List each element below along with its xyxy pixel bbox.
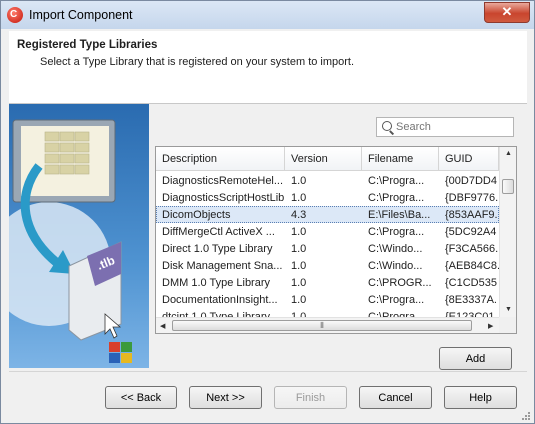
table-row-selected[interactable]: DicomObjects 4.3 E:\Files\Ba... {853AAF9…	[156, 206, 499, 223]
cell-guid: {853AAF9.	[445, 209, 498, 221]
cell-guid: {C1CD535	[445, 277, 497, 289]
scroll-up-icon[interactable]: ▲	[505, 150, 512, 157]
cell-version: 1.0	[291, 277, 307, 289]
table-row[interactable]: DMM 1.0 Type Library 1.0 C:\PROGR... {C1…	[156, 274, 499, 291]
cancel-button[interactable]: Cancel	[359, 386, 432, 409]
table-row[interactable]: Direct 1.0 Type Library 1.0 C:\Windo... …	[156, 240, 499, 257]
back-button[interactable]: << Back	[105, 386, 177, 409]
vertical-scrollbar[interactable]: ▲ ▼	[499, 147, 516, 317]
title-bar: C Import Component ✕	[1, 1, 534, 29]
cell-guid: {5DC92A4	[445, 226, 497, 238]
wizard-illustration: .tlb	[0, 104, 149, 368]
cell-description: DicomObjects	[162, 209, 231, 221]
import-component-dialog: C Import Component ✕ Registered Type Lib…	[0, 0, 535, 424]
resize-grip-icon[interactable]	[521, 411, 531, 421]
horizontal-scroll-thumb[interactable]: ⦀	[172, 320, 472, 331]
cell-guid: {DBF9776.	[445, 192, 499, 204]
search-box[interactable]	[376, 117, 514, 137]
cell-description: DiffMergeCtl ActiveX ...	[162, 226, 275, 238]
cell-description: Direct 1.0 Type Library	[162, 243, 273, 255]
wizard-header: Registered Type Libraries Select a Type …	[9, 31, 527, 104]
cell-version: 1.0	[291, 175, 307, 187]
cell-filename: C:\Windo...	[368, 243, 423, 255]
cell-version: 1.0	[291, 243, 307, 255]
cell-description: DocumentationInsight...	[162, 294, 278, 306]
cell-description: DiagnosticsRemoteHel...	[162, 175, 284, 187]
window-title: Import Component	[29, 8, 133, 22]
table-row[interactable]: DiagnosticsRemoteHel... 1.0 C:\Progra...…	[156, 172, 499, 189]
page-title: Registered Type Libraries	[17, 39, 158, 51]
cell-filename: E:\Files\Ba...	[368, 209, 431, 221]
column-header-description[interactable]: Description	[156, 147, 285, 171]
type-library-illustration: .tlb	[0, 119, 132, 363]
cell-description: DMM 1.0 Type Library	[162, 277, 271, 289]
table-row[interactable]: DiagnosticsScriptHostLib 1.0 C:\Progra..…	[156, 189, 499, 206]
cell-guid: {00D7DD4	[445, 175, 497, 187]
cell-version: 1.0	[291, 294, 307, 306]
app-logo-icon: C	[7, 7, 23, 23]
cell-filename: C:\Progra...	[368, 226, 425, 238]
cell-filename: C:\Progra...	[368, 175, 425, 187]
table-row[interactable]: DocumentationInsight... 1.0 C:\Progra...…	[156, 291, 499, 308]
cell-filename: C:\Windo...	[368, 260, 423, 272]
component-palette-icon	[109, 342, 132, 363]
scroll-left-icon[interactable]: ◀	[160, 322, 165, 330]
cell-filename: C:\Progra...	[368, 294, 425, 306]
search-icon	[382, 121, 392, 131]
page-subtitle: Select a Type Library that is registered…	[40, 56, 355, 68]
cell-guid: {AEB84C8.	[445, 260, 499, 272]
horizontal-scrollbar[interactable]: ◀ ⦀ ▶	[156, 317, 499, 333]
search-input[interactable]	[396, 120, 506, 134]
table-row[interactable]: Disk Management Sna... 1.0 C:\Windo... {…	[156, 257, 499, 274]
next-button[interactable]: Next >>	[189, 386, 262, 409]
vertical-scroll-thumb[interactable]	[502, 179, 514, 194]
cell-filename: C:\PROGR...	[368, 277, 432, 289]
cell-filename: C:\Progra...	[368, 192, 425, 204]
type-library-table[interactable]: Description Version Filename GUID Diagno…	[155, 146, 517, 334]
scrollbar-corner	[499, 317, 516, 333]
cell-version: 4.3	[291, 209, 307, 221]
finish-button[interactable]: Finish	[274, 386, 347, 409]
table-row[interactable]: DiffMergeCtl ActiveX ... 1.0 C:\Progra..…	[156, 223, 499, 240]
scroll-down-icon[interactable]: ▼	[505, 306, 512, 313]
cell-description: Disk Management Sna...	[162, 260, 283, 272]
cell-version: 1.0	[291, 260, 307, 272]
column-header-version[interactable]: Version	[285, 147, 362, 171]
footer-divider	[9, 371, 527, 372]
column-header-guid[interactable]: GUID	[439, 147, 499, 171]
cell-guid: {F3CA566.	[445, 243, 499, 255]
add-button[interactable]: Add	[439, 347, 512, 370]
cell-guid: {8E3337A.	[445, 294, 497, 306]
cell-version: 1.0	[291, 192, 307, 204]
close-button[interactable]: ✕	[484, 2, 530, 23]
column-header-filename[interactable]: Filename	[362, 147, 439, 171]
help-button[interactable]: Help	[444, 386, 517, 409]
cell-description: DiagnosticsScriptHostLib	[162, 192, 285, 204]
scroll-right-icon[interactable]: ▶	[488, 322, 493, 330]
cell-version: 1.0	[291, 226, 307, 238]
